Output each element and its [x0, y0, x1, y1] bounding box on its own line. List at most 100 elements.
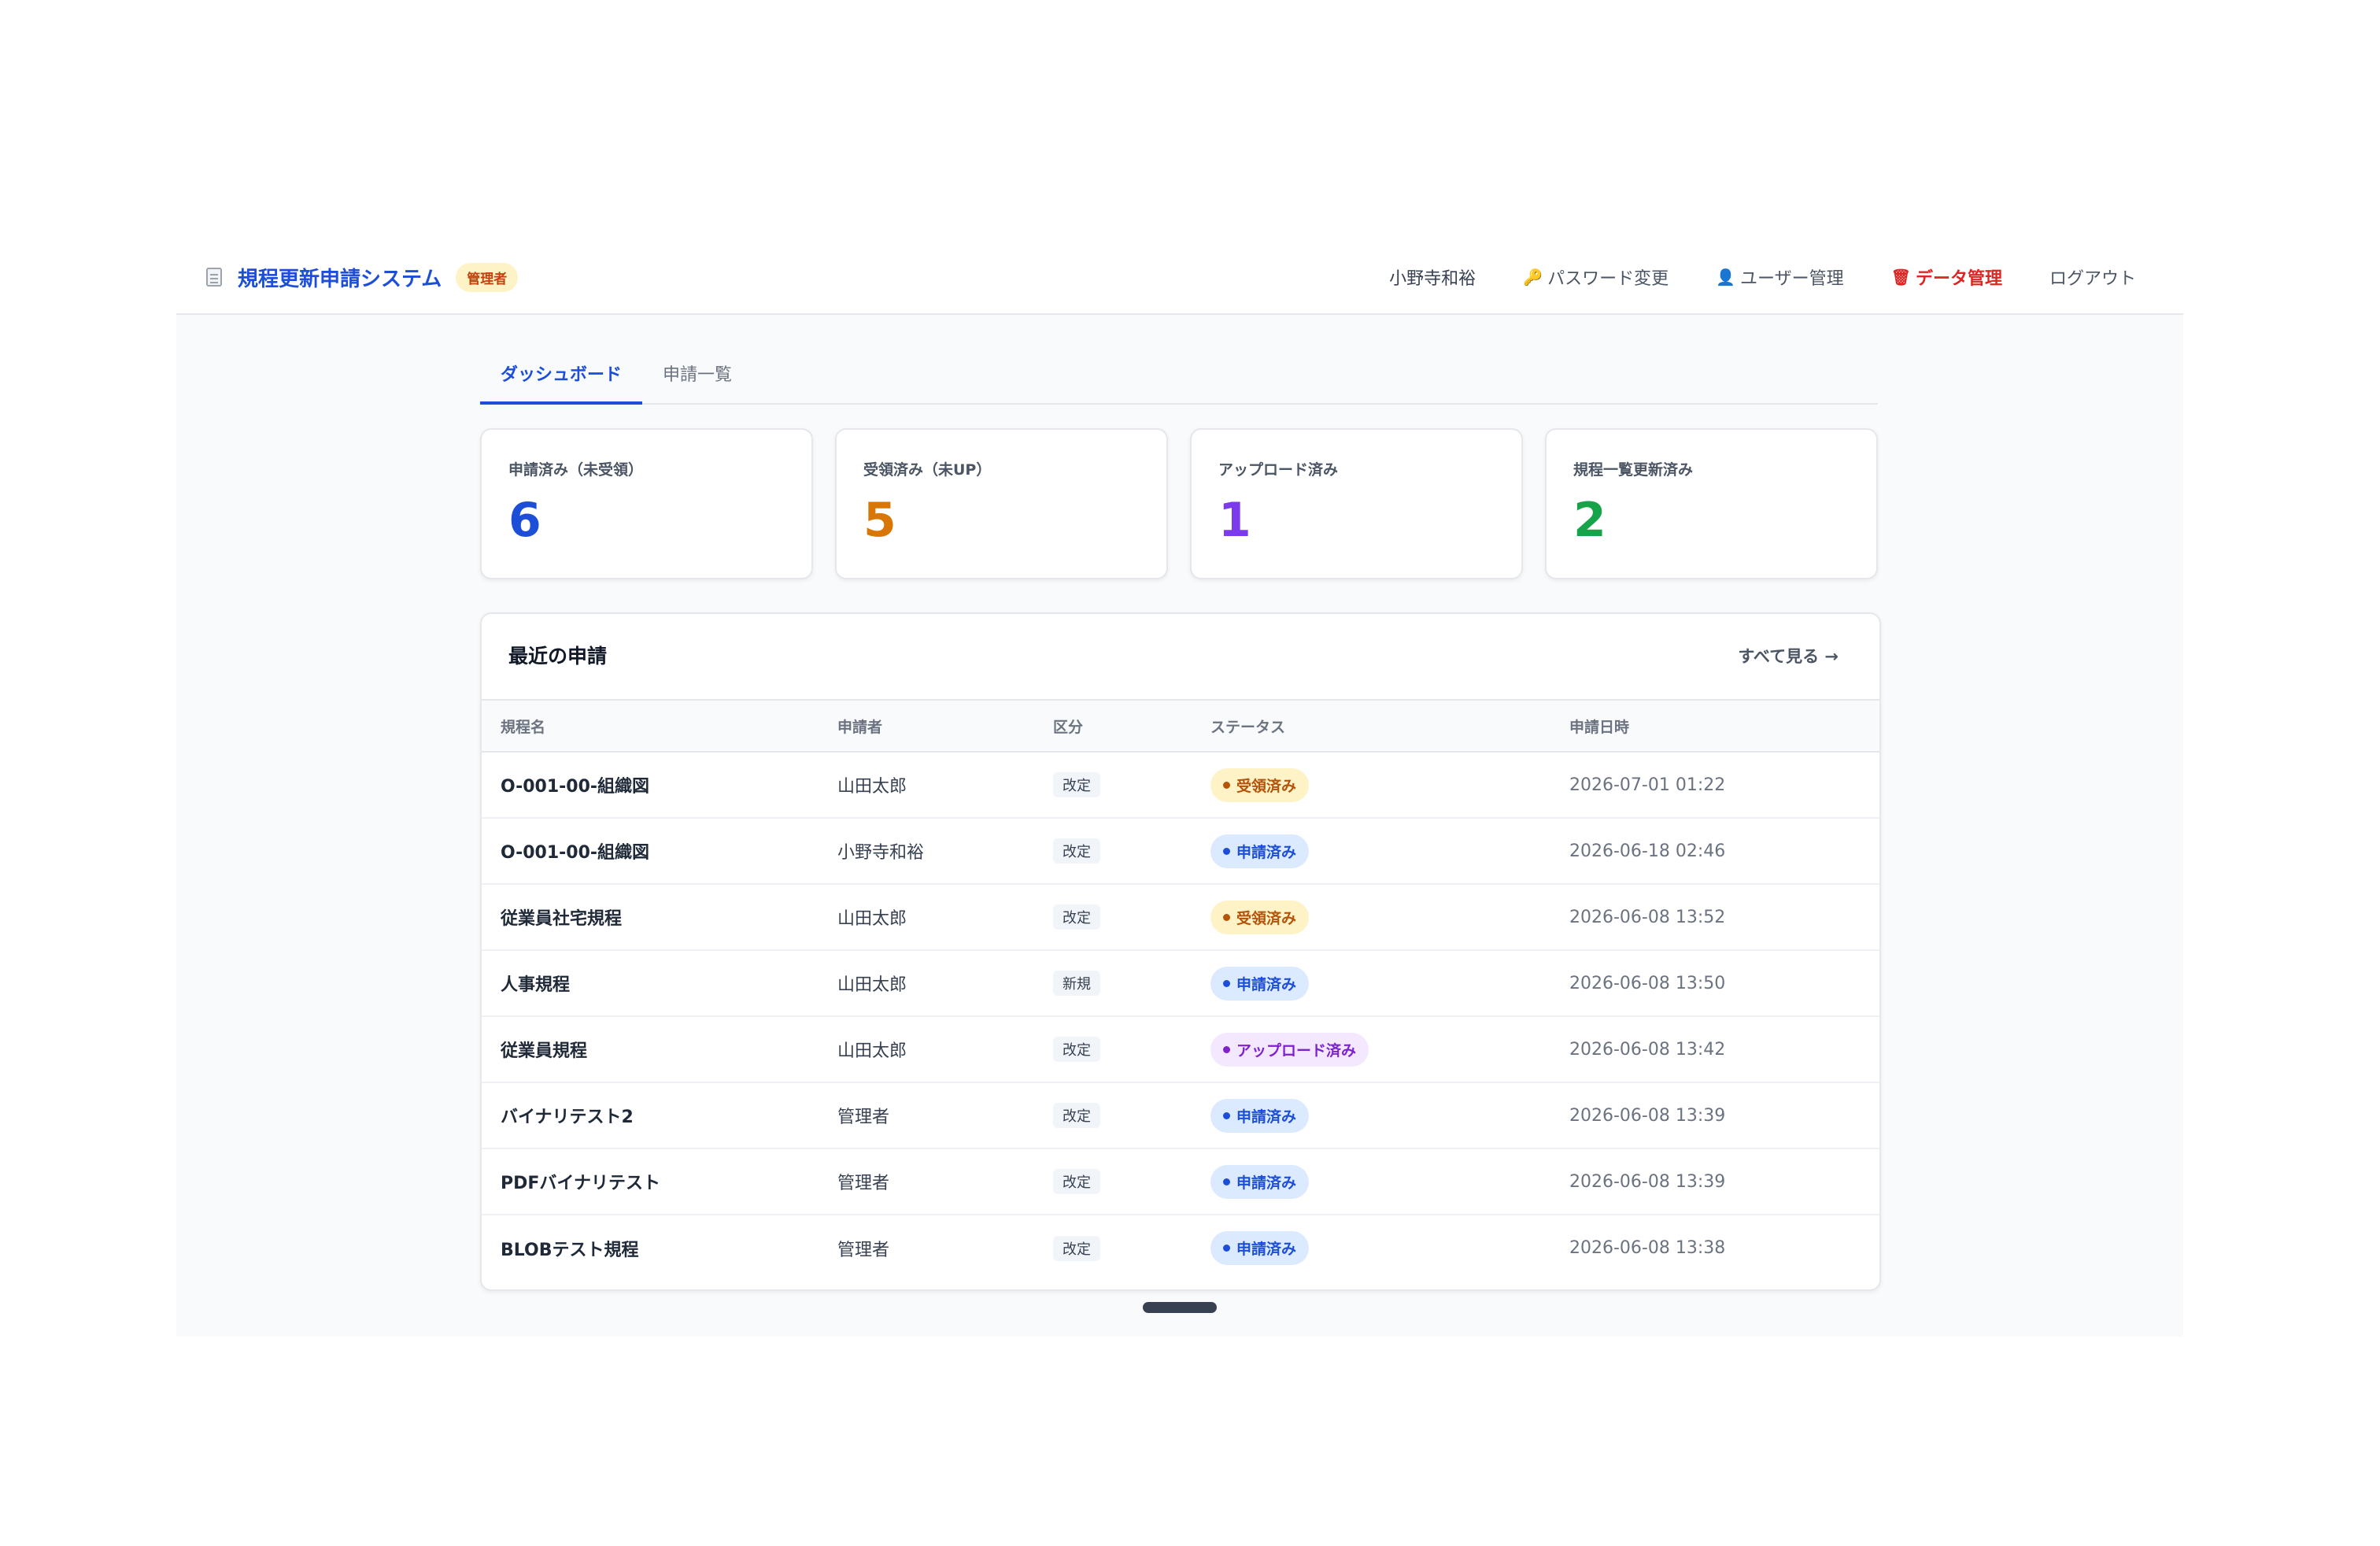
status-dot-icon	[1223, 913, 1230, 921]
applicant-name: 山田太郎	[837, 975, 907, 995]
column-header-applicant[interactable]: 申請者	[837, 700, 1053, 752]
clipboard-icon	[206, 268, 222, 287]
kubun-badge: 改定	[1053, 904, 1100, 930]
regulation-name[interactable]: 従業員社宅規程	[501, 909, 622, 929]
summary-card-value: 6	[508, 493, 541, 548]
status-dot-icon	[1223, 979, 1230, 987]
regulation-name[interactable]: BLOBテスト規程	[501, 1241, 638, 1260]
tab-application-list[interactable]: 申請一覧	[642, 350, 752, 401]
status-dot-icon	[1223, 1111, 1230, 1119]
status-dot-icon	[1223, 1245, 1230, 1252]
data-management-link[interactable]: 🗑 データ管理	[1891, 264, 2002, 290]
status-badge: 申請済み	[1210, 966, 1310, 1000]
table-row[interactable]: BLOBテスト規程 管理者 改定 申請済み 2026-06-08 13:38	[482, 1215, 1879, 1281]
status-label: 受領済み	[1236, 909, 1297, 927]
brand[interactable]: 規程更新申請システム 管理者	[206, 241, 519, 313]
regulation-name[interactable]: O-001-00-組織図	[501, 843, 649, 863]
header-nav: 小野寺和裕 🔑 パスワード変更 👤 ユーザー管理 🗑 データ管理 ログアウト	[1389, 241, 2136, 313]
column-header-status[interactable]: ステータス	[1210, 700, 1569, 752]
summary-card-value: 5	[863, 493, 896, 548]
app-window: 規程更新申請システム 管理者 小野寺和裕 🔑 パスワード変更 👤 ユーザー管理 …	[176, 241, 2183, 1337]
applicant-name: 管理者	[837, 1240, 890, 1260]
status-badge: 申請済み	[1210, 1231, 1310, 1265]
key-icon: 🔑	[1523, 268, 1543, 287]
table-row[interactable]: 従業員社宅規程 山田太郎 改定 受領済み 2026-06-08 13:52	[482, 884, 1879, 950]
logout-link[interactable]: ログアウト	[2049, 264, 2136, 290]
applicant-name: 山田太郎	[837, 777, 907, 797]
panel-header: 最近の申請 すべて見る →	[482, 614, 1879, 699]
status-badge: 受領済み	[1210, 900, 1310, 934]
user-management-label: ユーザー管理	[1740, 269, 1844, 289]
summary-card-label: 受領済み（未UP）	[863, 461, 992, 479]
recent-applications-table: 規程名 申請者 区分 ステータス 申請日時 O-001-00-組織図 山田太郎 改定…	[482, 699, 1879, 1281]
column-header-kubun[interactable]: 区分	[1053, 700, 1210, 752]
regulation-name[interactable]: PDFバイナリテスト	[501, 1174, 660, 1193]
table-row[interactable]: O-001-00-組織図 小野寺和裕 改定 申請済み 2026-06-18 02:46	[482, 818, 1879, 884]
summary-card[interactable]: 規程一覧更新済み 2	[1545, 428, 1878, 579]
password-change-link[interactable]: 🔑 パスワード変更	[1523, 264, 1669, 290]
status-badge: アップロード済み	[1210, 1032, 1369, 1067]
kubun-badge: 改定	[1053, 1037, 1100, 1062]
user-management-link[interactable]: 👤 ユーザー管理	[1716, 264, 1843, 290]
status-label: 申請済み	[1236, 1108, 1297, 1126]
top-header: 規程更新申請システム 管理者 小野寺和裕 🔑 パスワード変更 👤 ユーザー管理 …	[176, 241, 2183, 315]
applied-datetime: 2026-06-08 13:39	[1569, 1105, 1726, 1126]
applied-datetime: 2026-06-08 13:52	[1569, 907, 1726, 927]
status-label: 申請済み	[1236, 1174, 1297, 1192]
kubun-badge: 新規	[1053, 971, 1100, 996]
regulation-name[interactable]: バイナリテスト2	[501, 1108, 634, 1127]
summary-card[interactable]: アップロード済み 1	[1190, 428, 1523, 579]
status-label: 受領済み	[1236, 777, 1297, 795]
summary-card-value: 1	[1218, 493, 1251, 548]
regulation-name[interactable]: 人事規程	[501, 975, 570, 995]
kubun-badge: 改定	[1053, 772, 1100, 797]
summary-cards: 申請済み（未受領） 6 受領済み（未UP） 5 アップロード済み 1 規程一覧更新済み 2	[480, 428, 1878, 579]
applicant-name: 山田太郎	[837, 909, 907, 929]
applied-datetime: 2026-06-08 13:50	[1569, 973, 1726, 993]
summary-card-label: アップロード済み	[1218, 461, 1339, 479]
status-label: 申請済み	[1236, 843, 1297, 861]
status-dot-icon	[1223, 1178, 1230, 1185]
status-dot-icon	[1223, 1045, 1230, 1053]
summary-card[interactable]: 受領済み（未UP） 5	[835, 428, 1168, 579]
status-label: アップロード済み	[1236, 1041, 1357, 1060]
applied-datetime: 2026-07-01 01:22	[1569, 775, 1726, 795]
table-row[interactable]: O-001-00-組織図 山田太郎 改定 受領済み 2026-07-01 01:22	[482, 752, 1879, 818]
table-row[interactable]: PDFバイナリテスト 管理者 改定 申請済み 2026-06-08 13:39	[482, 1148, 1879, 1215]
status-badge: 申請済み	[1210, 834, 1310, 868]
applied-datetime: 2026-06-08 13:38	[1569, 1238, 1726, 1258]
status-dot-icon	[1223, 847, 1230, 855]
regulation-name[interactable]: 従業員規程	[501, 1041, 587, 1061]
tab-dashboard[interactable]: ダッシュボード	[480, 350, 643, 405]
kubun-badge: 改定	[1053, 1235, 1100, 1261]
status-dot-icon	[1223, 781, 1230, 789]
user-icon: 👤	[1716, 268, 1736, 287]
app-title: 規程更新申請システム	[238, 267, 442, 291]
table-row[interactable]: 人事規程 山田太郎 新規 申請済み 2026-06-08 13:50	[482, 950, 1879, 1016]
table-row[interactable]: バイナリテスト2 管理者 改定 申請済み 2026-06-08 13:39	[482, 1082, 1879, 1148]
panel-title: 最近の申請	[508, 645, 608, 668]
regulation-name[interactable]: O-001-00-組織図	[501, 777, 649, 797]
table-header-row: 規程名 申請者 区分 ステータス 申請日時	[482, 700, 1879, 752]
applicant-name: 管理者	[837, 1108, 890, 1127]
see-all-link[interactable]: すべて見る →	[1738, 614, 1839, 699]
scroll-handle[interactable]	[1143, 1302, 1217, 1313]
current-user-name: 小野寺和裕	[1389, 269, 1476, 289]
main-tabs: ダッシュボード 申請一覧	[480, 350, 1878, 405]
summary-card[interactable]: 申請済み（未受領） 6	[480, 428, 813, 579]
kubun-badge: 改定	[1053, 838, 1100, 864]
data-management-label: データ管理	[1915, 269, 2002, 289]
table-row[interactable]: 従業員規程 山田太郎 改定 アップロード済み 2026-06-08 13:42	[482, 1016, 1879, 1082]
password-change-label: パスワード変更	[1547, 269, 1669, 289]
applied-datetime: 2026-06-08 13:42	[1569, 1039, 1726, 1060]
applicant-name: 山田太郎	[837, 1041, 907, 1061]
status-label: 申請済み	[1236, 975, 1297, 993]
column-header-date[interactable]: 申請日時	[1569, 700, 1879, 752]
status-badge: 申請済み	[1210, 1164, 1310, 1199]
trash-icon: 🗑	[1890, 268, 1911, 287]
applicant-name: 管理者	[837, 1174, 890, 1193]
status-label: 申請済み	[1236, 1241, 1297, 1258]
column-header-name[interactable]: 規程名	[482, 700, 837, 752]
status-badge: 受領済み	[1210, 767, 1310, 802]
recent-applications-panel: 最近の申請 すべて見る → 規程名 申請者 区分 ステータス 申請日時 O-00…	[480, 612, 1881, 1291]
